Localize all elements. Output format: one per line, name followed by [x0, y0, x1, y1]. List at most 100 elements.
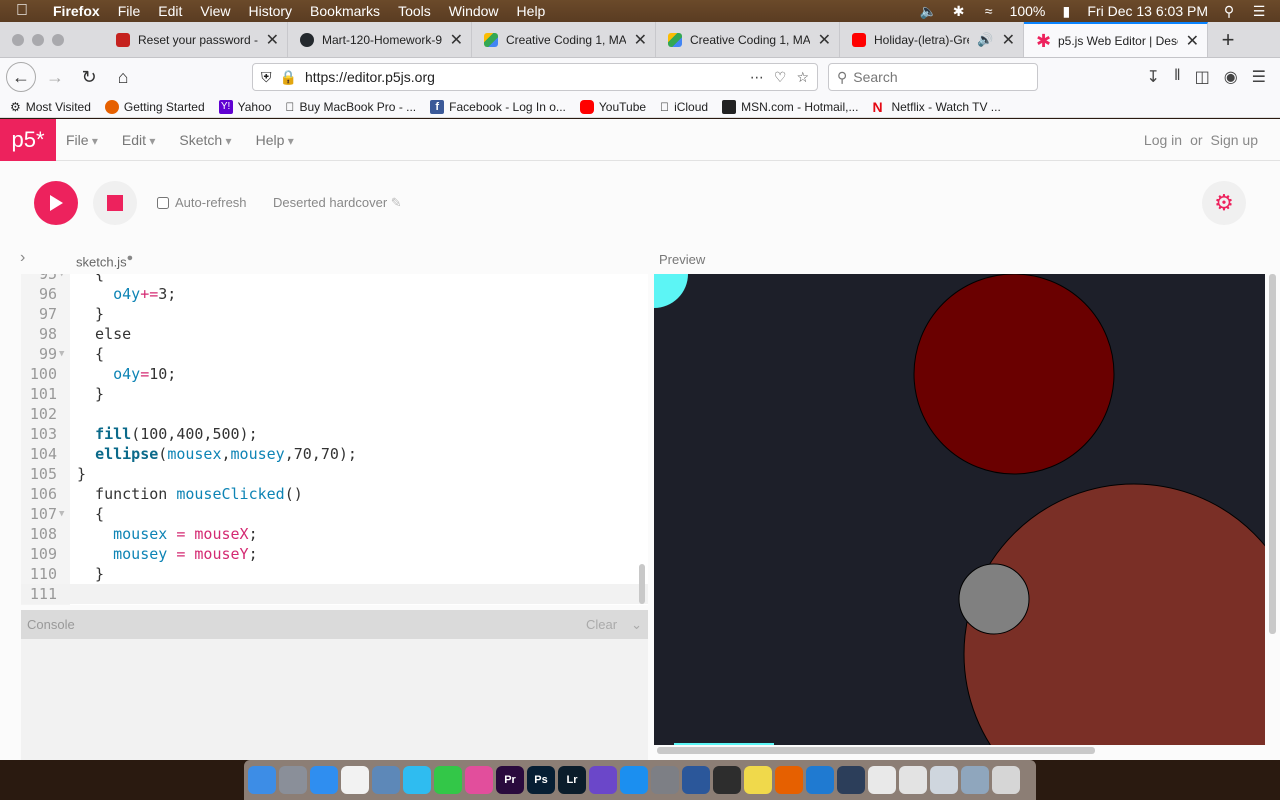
fold-arrow-icon[interactable]: ▼ — [59, 344, 64, 364]
chevron-down-icon[interactable]: ⌄ — [631, 617, 642, 633]
dock-app-imovie[interactable] — [589, 766, 617, 794]
volume-icon[interactable]: 🔈 — [920, 3, 938, 20]
dock-app-textedit[interactable] — [868, 766, 896, 794]
p5-menu-edit[interactable]: Edit — [122, 132, 155, 148]
speaker-icon[interactable]: 🔊 — [977, 32, 993, 48]
pencil-icon[interactable]: ✎ — [391, 195, 402, 210]
bookmark-most-visited[interactable]: ⚙ Most Visited — [10, 100, 91, 114]
bookmark-facebook[interactable]: f Facebook - Log In o... — [430, 99, 566, 114]
bookmark-msn[interactable]: MSN.com - Hotmail,... — [722, 99, 858, 114]
dock-app-trash[interactable] — [992, 766, 1020, 794]
code-line[interactable]: 96 o4y+=3; — [21, 284, 648, 304]
page-actions-icon[interactable]: ⋯ — [750, 69, 764, 86]
code-line[interactable]: 110 } — [21, 564, 648, 584]
dock-app-lr[interactable]: Lr — [558, 766, 586, 794]
dock-app-messages[interactable] — [403, 766, 431, 794]
p5-menu-sketch[interactable]: Sketch — [179, 132, 231, 148]
code-line[interactable]: 107 ▼ { — [21, 504, 648, 524]
signup-link[interactable]: Sign up — [1211, 132, 1258, 148]
reload-button[interactable]: ↻ — [74, 62, 104, 92]
dock-app-pr[interactable]: Pr — [496, 766, 524, 794]
dock-app-calendar[interactable] — [341, 766, 369, 794]
dock-app-system-preferences[interactable] — [651, 766, 679, 794]
tab-p5js-editor[interactable]: ✱ p5.js Web Editor | Dese ✕ — [1024, 22, 1208, 57]
code-line[interactable]: 95 ▼ { — [21, 274, 648, 284]
url-text[interactable]: https://editor.p5js.org — [305, 69, 742, 85]
play-button[interactable] — [34, 181, 78, 225]
code-line[interactable]: 109 mousey = mouseY; — [21, 544, 648, 564]
login-link[interactable]: Log in — [1144, 132, 1182, 148]
code-line[interactable]: 106 function mouseClicked() — [21, 484, 648, 504]
close-tab-icon[interactable]: ✕ — [634, 30, 647, 50]
sketch-name-text[interactable]: Deserted hardcover — [273, 195, 387, 210]
dock-app-display[interactable] — [961, 766, 989, 794]
dock-app-stickies[interactable] — [744, 766, 772, 794]
pocket-icon[interactable]: ♡ — [774, 69, 787, 86]
code-line[interactable]: 104 ellipse(mousex,mousey,70,70); — [21, 444, 648, 464]
close-tab-icon[interactable]: ✕ — [818, 30, 831, 50]
dock-app-firefox[interactable] — [775, 766, 803, 794]
back-button[interactable]: ← — [6, 62, 36, 92]
p5-menu-help[interactable]: Help — [256, 132, 294, 148]
preview-canvas[interactable] — [654, 274, 1265, 745]
code-line[interactable]: 101 } — [21, 384, 648, 404]
preview-horizontal-scrollbar[interactable] — [657, 747, 1095, 754]
battery-percent[interactable]: 100% — [1010, 3, 1046, 19]
bookmark-youtube[interactable]: YouTube — [579, 99, 646, 114]
code-line[interactable]: 108 mousex = mouseX; — [21, 524, 648, 544]
auto-refresh-checkbox[interactable] — [157, 196, 169, 209]
code-line[interactable]: 98 else — [21, 324, 648, 344]
forward-button[interactable]: → — [40, 62, 70, 92]
menu-bookmarks[interactable]: Bookmarks — [301, 3, 389, 19]
battery-icon[interactable]: ▮ — [1057, 3, 1075, 20]
code-line[interactable]: 102 — [21, 404, 648, 424]
home-button[interactable]: ⌂ — [108, 62, 138, 92]
code-line[interactable]: 111 — [21, 584, 648, 604]
menu-app-name[interactable]: Firefox — [44, 3, 109, 19]
code-line[interactable]: 103 fill(100,400,500); — [21, 424, 648, 444]
code-line[interactable]: 97 } — [21, 304, 648, 324]
chevron-right-icon[interactable]: › — [20, 249, 25, 267]
menu-help[interactable]: Help — [508, 3, 555, 19]
settings-button[interactable]: ⚙ — [1202, 181, 1246, 225]
spotlight-icon[interactable]: ⚲ — [1220, 3, 1238, 20]
bluetooth-icon[interactable]: ✱ — [950, 3, 968, 20]
p5-menu-file[interactable]: File — [66, 132, 98, 148]
close-tab-icon[interactable]: ✕ — [450, 30, 463, 50]
code-line[interactable]: 100 o4y=10; — [21, 364, 648, 384]
menu-file[interactable]: File — [109, 3, 150, 19]
zoom-window-button[interactable] — [52, 33, 64, 46]
dock-app-utility[interactable] — [837, 766, 865, 794]
bookmark-icloud[interactable]: iCloud — [660, 100, 708, 114]
stop-button[interactable] — [93, 181, 137, 225]
hamburger-menu-icon[interactable]: ☰ — [1252, 67, 1266, 87]
tab-youtube-holiday[interactable]: Holiday-(letra)-Gree 🔊 ✕ — [840, 22, 1024, 57]
tab-creative-coding-2[interactable]: Creative Coding 1, MAR ✕ — [656, 22, 840, 57]
bookmark-netflix[interactable]: N Netflix - Watch TV ... — [872, 100, 1000, 114]
library-icon[interactable]: ‖ — [1174, 67, 1181, 87]
dock-app-folder[interactable] — [899, 766, 927, 794]
search-box[interactable]: ⚲ Search — [828, 63, 1038, 91]
address-bar[interactable]: ⛨ 🔒 https://editor.p5js.org ⋯ ♡ ☆ — [252, 63, 818, 91]
code-scrollbar[interactable] — [639, 564, 645, 604]
bookmark-getting-started[interactable]: Getting Started — [104, 99, 205, 114]
tab-github-homework[interactable]: Mart-120-Homework-9/ ✕ — [288, 22, 472, 57]
close-tab-icon[interactable]: ✕ — [266, 30, 279, 50]
code-line[interactable]: 99 ▼ { — [21, 344, 648, 364]
tab-creative-coding-1[interactable]: Creative Coding 1, MAR ✕ — [472, 22, 656, 57]
dock-app-safari[interactable] — [310, 766, 338, 794]
shield-icon[interactable]: ⛨ — [261, 69, 272, 86]
close-window-button[interactable] — [12, 33, 24, 46]
dock-app-ps[interactable]: Ps — [527, 766, 555, 794]
lock-icon[interactable]: 🔒 — [280, 69, 297, 86]
dock-app-itunes[interactable] — [465, 766, 493, 794]
bookmark-yahoo[interactable]: Y! Yahoo — [218, 99, 271, 114]
menu-window[interactable]: Window — [440, 3, 508, 19]
bookmark-macbook[interactable]: Buy MacBook Pro - ... — [285, 100, 416, 114]
dock-app-screen[interactable] — [930, 766, 958, 794]
fold-arrow-icon[interactable]: ▼ — [59, 504, 64, 524]
menu-tools[interactable]: Tools — [389, 3, 440, 19]
console-clear-button[interactable]: Clear — [586, 617, 617, 633]
wifi-icon[interactable]: ≈ — [980, 3, 998, 19]
menu-edit[interactable]: Edit — [149, 3, 191, 19]
